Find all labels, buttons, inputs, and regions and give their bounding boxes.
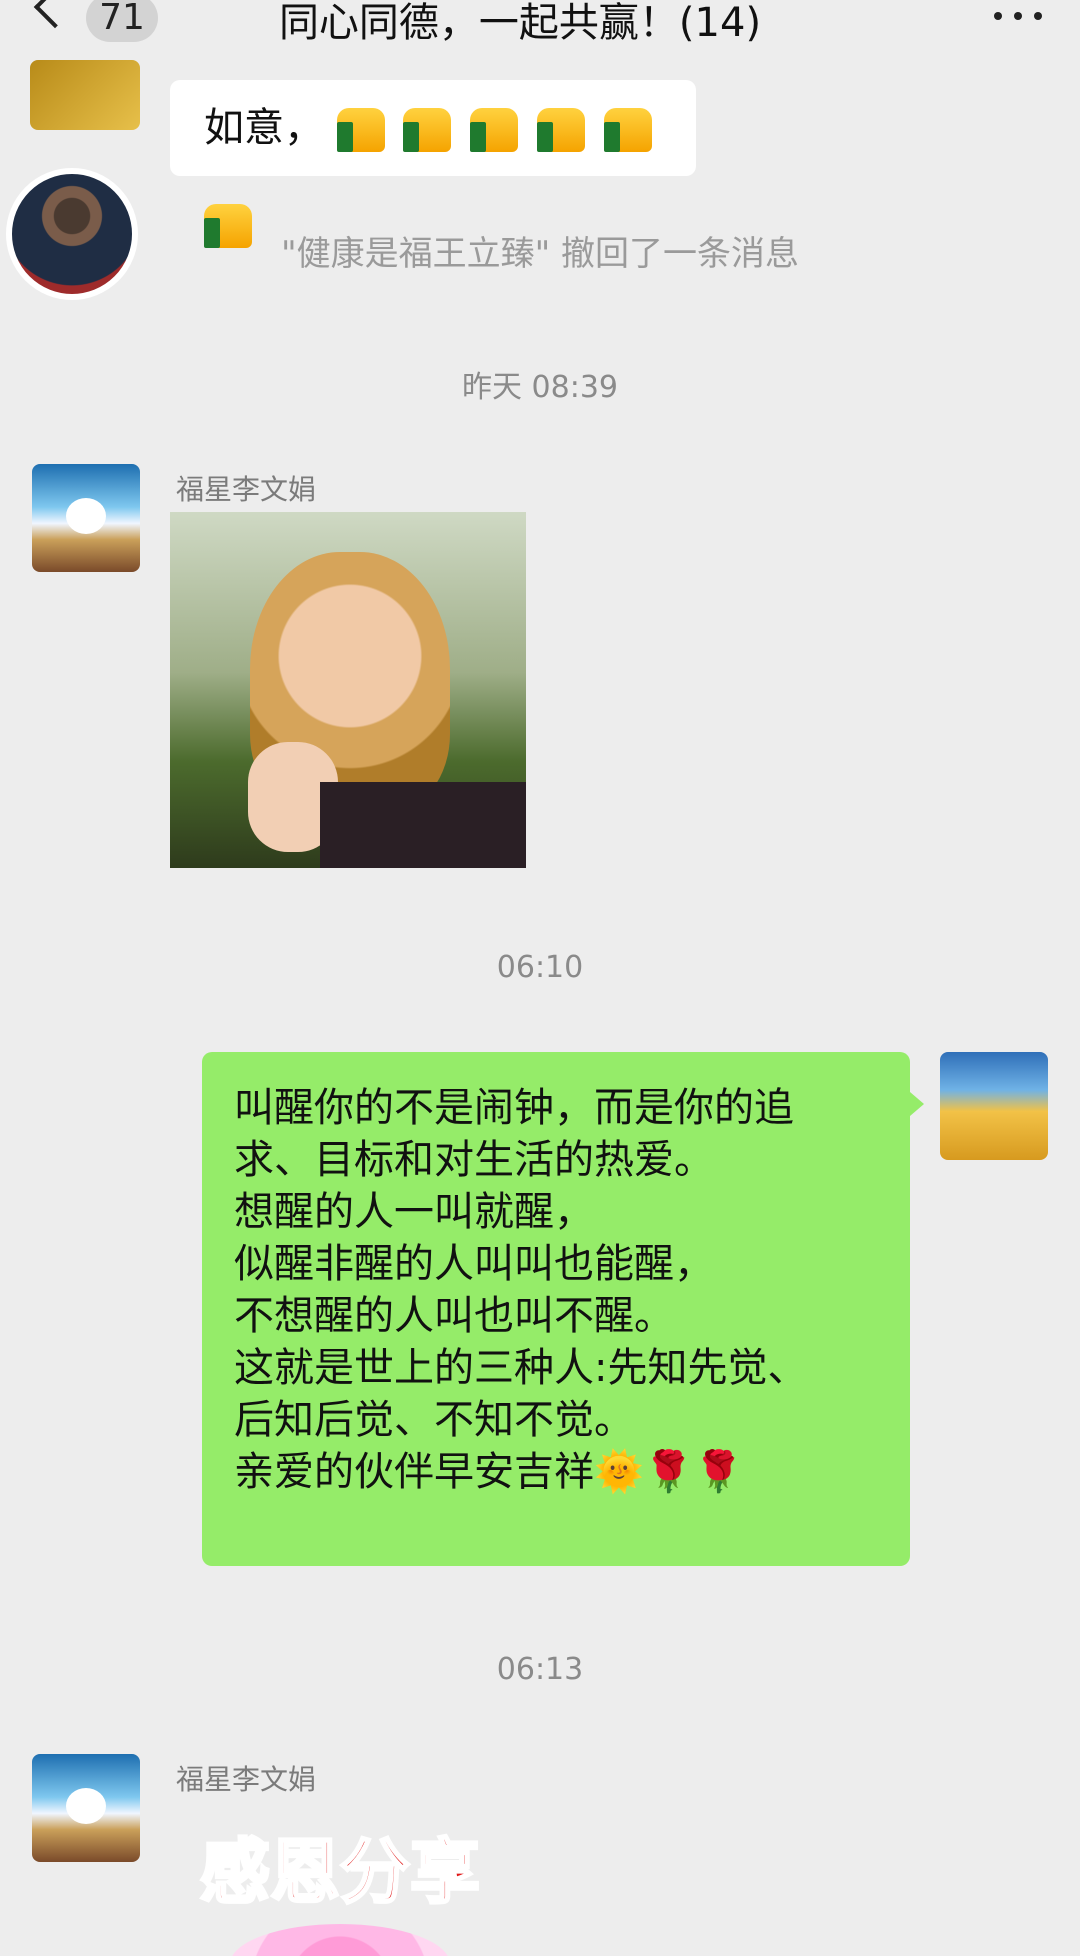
chat-header: 71 同心同德，一起共赢！(14) <box>0 0 1080 46</box>
self-avatar[interactable] <box>940 1052 1048 1160</box>
recall-notice: "健康是福王立臻" 撤回了一条消息 <box>280 234 800 274</box>
message-bubble[interactable]: 如意， <box>170 80 696 248</box>
chat-title: 同心同德，一起共赢！(14) <box>278 0 762 46</box>
timestamp: 06:10 <box>496 950 584 985</box>
unread-count-badge[interactable]: 71 <box>86 0 158 42</box>
bubble-tail <box>910 1092 924 1116</box>
message-line: 求、目标和对生活的热爱。 <box>234 1137 714 1183</box>
message-line: 不想醒的人叫也叫不醒。 <box>234 1293 674 1339</box>
avatar[interactable] <box>30 60 140 130</box>
lotus-icon <box>230 1924 450 1956</box>
thumbs-up-icon <box>403 108 452 152</box>
thumbs-up-icon <box>603 108 652 152</box>
timestamp: 06:13 <box>496 1652 584 1687</box>
lotus-icon <box>66 1788 106 1824</box>
shared-photo[interactable] <box>170 512 526 868</box>
message-line: 叫醒你的不是闹钟，而是你的追 <box>234 1085 794 1131</box>
shared-image[interactable]: 感恩分享 <box>170 1806 510 1956</box>
thumbs-up-icon <box>470 108 519 152</box>
sender-name: 福星李文娟 <box>176 473 317 506</box>
avatar[interactable] <box>32 464 140 572</box>
message-line: 亲爱的伙伴早安吉祥🌞🌹🌹 <box>234 1449 744 1495</box>
thumbs-up-icon <box>536 108 585 152</box>
message-line: 这就是世上的三种人:先知先觉、 <box>234 1345 808 1391</box>
back-arrow-icon[interactable] <box>33 0 77 29</box>
message-line: 似醒非醒的人叫叫也能醒， <box>234 1241 714 1287</box>
thumbs-up-icon <box>336 108 385 152</box>
image-caption: 感恩分享 <box>199 1830 482 1915</box>
more-icon[interactable] <box>994 12 1042 20</box>
self-message-bubble[interactable]: 叫醒你的不是闹钟，而是你的追 求、目标和对生活的热爱。 想醒的人一叫就醒， 似醒… <box>202 1052 910 1566</box>
message-line: 想醒的人一叫就醒， <box>234 1189 594 1235</box>
avatar[interactable] <box>32 1754 140 1862</box>
message-text: 如意， <box>204 105 324 151</box>
lotus-icon <box>66 498 106 534</box>
sender-name: 福星李文娟 <box>176 1763 317 1796</box>
message-line: 后知后觉、不知不觉。 <box>234 1397 634 1443</box>
timestamp: 昨天 08:39 <box>462 370 618 405</box>
